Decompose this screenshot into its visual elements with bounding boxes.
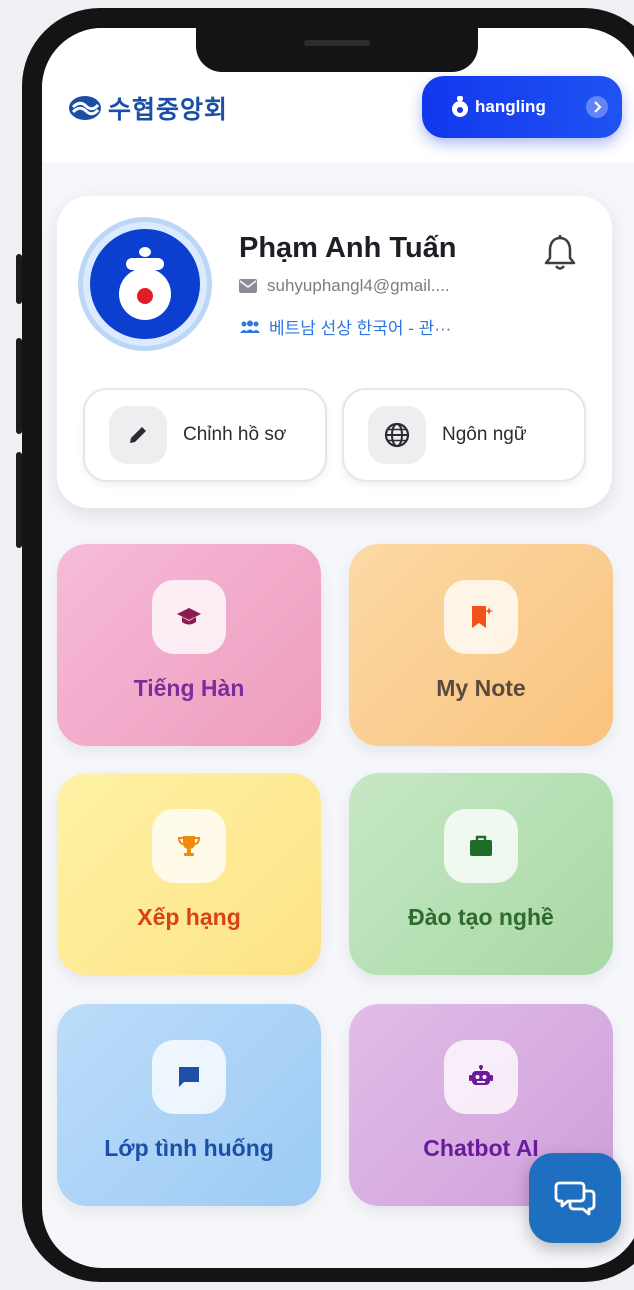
tile-korean-label: Tiếng Hàn — [133, 675, 245, 701]
suhyup-logo-icon — [69, 96, 101, 120]
speaker — [304, 40, 370, 46]
graduation-cap-icon — [152, 580, 226, 654]
profile-email: suhyuphangl4@gmail.... — [267, 276, 450, 295]
mail-icon — [239, 279, 257, 293]
language-icon-box — [368, 406, 426, 464]
chat-support-button[interactable] — [529, 1153, 621, 1243]
phone-notch — [196, 28, 478, 72]
trophy-icon — [152, 809, 226, 883]
phone-side-button — [16, 338, 22, 434]
tile-korean[interactable]: Tiếng Hàn — [57, 544, 321, 746]
mascot-avatar-icon — [119, 247, 171, 320]
language-label: Ngôn ngữ — [442, 424, 527, 445]
edit-profile-button[interactable]: Chỉnh hồ sơ — [83, 388, 327, 482]
chat-bubble-icon — [152, 1040, 226, 1114]
edit-profile-label: Chỉnh hồ sơ — [183, 424, 287, 445]
globe-icon — [384, 422, 410, 448]
phone-side-button — [16, 452, 22, 548]
profile-name: Phạm Anh Tuấn — [239, 232, 457, 264]
robot-icon — [444, 1040, 518, 1114]
tile-situation-class[interactable]: Lớp tình huống — [57, 1004, 321, 1206]
mascot-icon — [452, 96, 468, 117]
group-row[interactable]: 베트남 선상 한국어 - 관··· — [239, 314, 451, 339]
profile-group: 베트남 선상 한국어 - 관··· — [269, 319, 452, 338]
tile-ranking[interactable]: Xếp hạng — [57, 773, 321, 975]
email-row: suhyuphangl4@gmail.... — [239, 276, 517, 296]
chat-bubbles-icon — [554, 1181, 596, 1216]
phone-side-button — [16, 254, 22, 304]
app-screen: 수협중앙회 hangling Phạm Anh Tuấn suhyuphangl… — [42, 28, 634, 1268]
tile-my-note[interactable]: My Note — [349, 544, 613, 746]
bell-icon[interactable] — [543, 234, 577, 277]
group-icon — [240, 320, 260, 333]
briefcase-icon — [444, 809, 518, 883]
tile-ranking-label: Xếp hạng — [137, 904, 241, 930]
language-button[interactable]: Ngôn ngữ — [342, 388, 586, 482]
pencil-icon — [130, 427, 146, 443]
profile-card: Phạm Anh Tuấn suhyuphangl4@gmail.... 베트남… — [57, 196, 612, 508]
bookmark-icon — [444, 580, 518, 654]
edit-icon-box — [109, 406, 167, 464]
tile-situation-class-label: Lớp tình huống — [104, 1135, 274, 1161]
avatar-inner — [90, 229, 200, 339]
hangling-button[interactable]: hangling — [422, 76, 622, 138]
avatar[interactable] — [83, 222, 207, 346]
tile-vocational[interactable]: Đào tạo nghề — [349, 773, 613, 975]
hangling-label: hangling — [475, 97, 546, 116]
logo-text: 수협중앙회 — [108, 96, 229, 124]
tile-my-note-label: My Note — [436, 675, 526, 701]
app-logo[interactable]: 수협중앙회 — [68, 90, 228, 126]
tile-vocational-label: Đào tạo nghề — [408, 904, 554, 930]
chevron-right-icon — [586, 96, 608, 118]
